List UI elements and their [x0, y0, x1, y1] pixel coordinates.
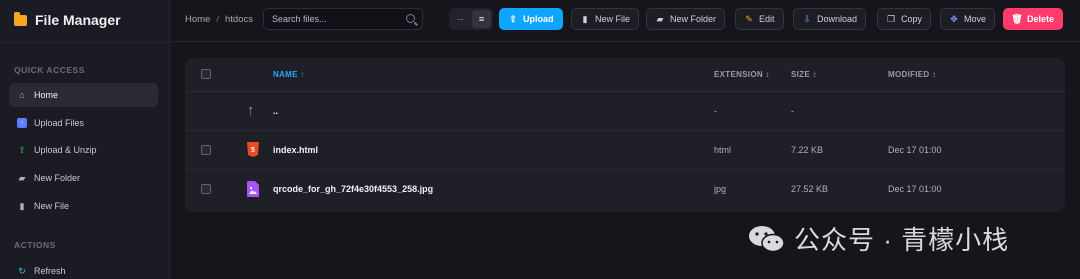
- sidebar-item-upload-files[interactable]: ↑ Upload Files: [9, 111, 158, 135]
- table-row[interactable]: qrcode_for_gh_72f4e30f4553_258.jpg jpg 2…: [185, 170, 1065, 209]
- upload-unzip-icon: ⇪: [18, 144, 26, 155]
- column-modified[interactable]: MODIFIED ↕: [888, 70, 936, 79]
- app-brand: File Manager: [14, 11, 121, 28]
- folder-plus-icon: ▰: [656, 13, 664, 24]
- sidebar-item-label: Upload Files: [34, 118, 85, 128]
- sidebar-item-label: Refresh: [34, 266, 66, 276]
- file-size: 7.22 KB: [791, 145, 824, 155]
- row-checkbox[interactable]: [201, 184, 211, 194]
- copy-icon: ❐: [886, 13, 896, 24]
- upload-button[interactable]: ⇧ Upload: [499, 8, 563, 30]
- table-row-parent[interactable]: ↑ .. - -: [185, 92, 1065, 131]
- breadcrumb-home[interactable]: Home: [185, 14, 210, 25]
- column-extension[interactable]: EXTENSION ↕: [714, 70, 770, 79]
- download-icon: ⇩: [803, 13, 811, 24]
- sidebar-item-home[interactable]: ⌂ Home: [9, 83, 158, 107]
- image-file-icon: [247, 181, 259, 202]
- table-header: NAME ↑ EXTENSION ↕ SIZE ↕ MODIFIED ↕: [185, 58, 1065, 92]
- file-name[interactable]: index.html: [273, 145, 318, 155]
- home-icon: ⌂: [19, 89, 25, 100]
- select-all-checkbox[interactable]: [201, 69, 211, 79]
- sidebar-item-new-folder[interactable]: ▰ New Folder: [9, 166, 158, 190]
- move-button-label: Move: [964, 14, 987, 24]
- file-modified: Dec 17 01:00: [888, 184, 942, 194]
- watermark-text: 公众号 · 青檬小栈: [794, 225, 1010, 255]
- html5-icon: 5: [247, 142, 259, 163]
- sidebar-item-label: New File: [34, 201, 70, 211]
- table-row[interactable]: 5 index.html html 7.22 KB Dec 17 01:00: [185, 131, 1065, 170]
- search-input[interactable]: [263, 8, 423, 30]
- edit-icon: ✎: [745, 13, 753, 24]
- search-icon: [406, 14, 415, 23]
- delete-button-label: Delete: [1027, 14, 1055, 24]
- file-extension: html: [714, 145, 732, 155]
- copy-button[interactable]: ❐ Copy: [877, 8, 932, 30]
- edit-button[interactable]: ✎ Edit: [735, 8, 784, 30]
- file-name[interactable]: qrcode_for_gh_72f4e30f4553_258.jpg: [273, 184, 433, 194]
- upload-icon: ⇧: [509, 13, 517, 24]
- delete-button[interactable]: 🗑 Delete: [1003, 8, 1064, 30]
- new-file-button[interactable]: ▮ New File: [571, 8, 640, 30]
- file-extension: -: [714, 106, 717, 116]
- watermark: 公众号 · 青檬小栈: [748, 220, 1009, 257]
- svg-text:5: 5: [251, 147, 255, 154]
- refresh-icon: ↻: [18, 265, 26, 276]
- upload-button-label: Upload: [523, 14, 554, 24]
- sidebar-item-upload-unzip[interactable]: ⇪ Upload & Unzip: [9, 138, 158, 162]
- move-icon: ✥: [950, 13, 958, 24]
- upload-icon: ↑: [17, 118, 27, 128]
- app-title: File Manager: [35, 12, 121, 28]
- file-plus-icon: ▮: [19, 200, 25, 211]
- top-toolbar: Home / htdocs ·· ≡ ⇧ Upload ▮ New File ▰ N…: [171, 0, 1080, 42]
- sidebar-item-new-file[interactable]: ▮ New File: [9, 194, 158, 218]
- folder-icon: [14, 11, 27, 26]
- file-name[interactable]: ..: [273, 106, 278, 116]
- quick-access-title: QUICK ACCESS: [14, 65, 85, 75]
- file-size: 27.52 KB: [791, 184, 829, 194]
- column-name[interactable]: NAME ↑: [273, 70, 305, 79]
- up-arrow-icon: ↑: [247, 102, 255, 119]
- copy-button-label: Copy: [901, 14, 923, 24]
- file-size: -: [791, 106, 794, 116]
- move-button[interactable]: ✥ Move: [940, 8, 996, 30]
- sidebar: File Manager QUICK ACCESS ⌂ Home ↑ Uploa…: [0, 0, 170, 279]
- breadcrumb-separator: /: [216, 14, 219, 25]
- new-folder-button[interactable]: ▰ New Folder: [646, 8, 726, 30]
- row-checkbox[interactable]: [201, 145, 211, 155]
- list-view-button[interactable]: ··: [451, 10, 470, 28]
- trash-icon: 🗑: [1011, 13, 1023, 24]
- new-file-button-label: New File: [595, 14, 631, 24]
- breadcrumb: Home / htdocs: [185, 14, 253, 25]
- view-toggle: ·· ≡: [449, 8, 493, 30]
- edit-button-label: Edit: [759, 14, 775, 24]
- download-button[interactable]: ⇩ Download: [793, 8, 867, 30]
- new-folder-button-label: New Folder: [670, 14, 717, 24]
- file-table: NAME ↑ EXTENSION ↕ SIZE ↕ MODIFIED ↕ ↑ .…: [185, 58, 1065, 212]
- column-size[interactable]: SIZE ↕: [791, 70, 817, 79]
- sidebar-item-refresh[interactable]: ↻ Refresh: [9, 259, 158, 279]
- sidebar-divider: [0, 42, 170, 43]
- sidebar-item-label: New Folder: [34, 173, 81, 183]
- sidebar-item-label: Upload & Unzip: [34, 145, 97, 155]
- download-button-label: Download: [817, 14, 858, 24]
- grid-view-button[interactable]: ≡: [472, 10, 491, 28]
- folder-plus-icon: ▰: [18, 172, 26, 183]
- file-extension: jpg: [714, 184, 727, 194]
- actions-title: ACTIONS: [14, 240, 56, 250]
- breadcrumb-current[interactable]: htdocs: [225, 14, 253, 25]
- file-plus-icon: ▮: [582, 13, 588, 24]
- wechat-icon: [748, 224, 786, 254]
- file-modified: Dec 17 01:00: [888, 145, 942, 155]
- sidebar-item-label: Home: [34, 90, 59, 100]
